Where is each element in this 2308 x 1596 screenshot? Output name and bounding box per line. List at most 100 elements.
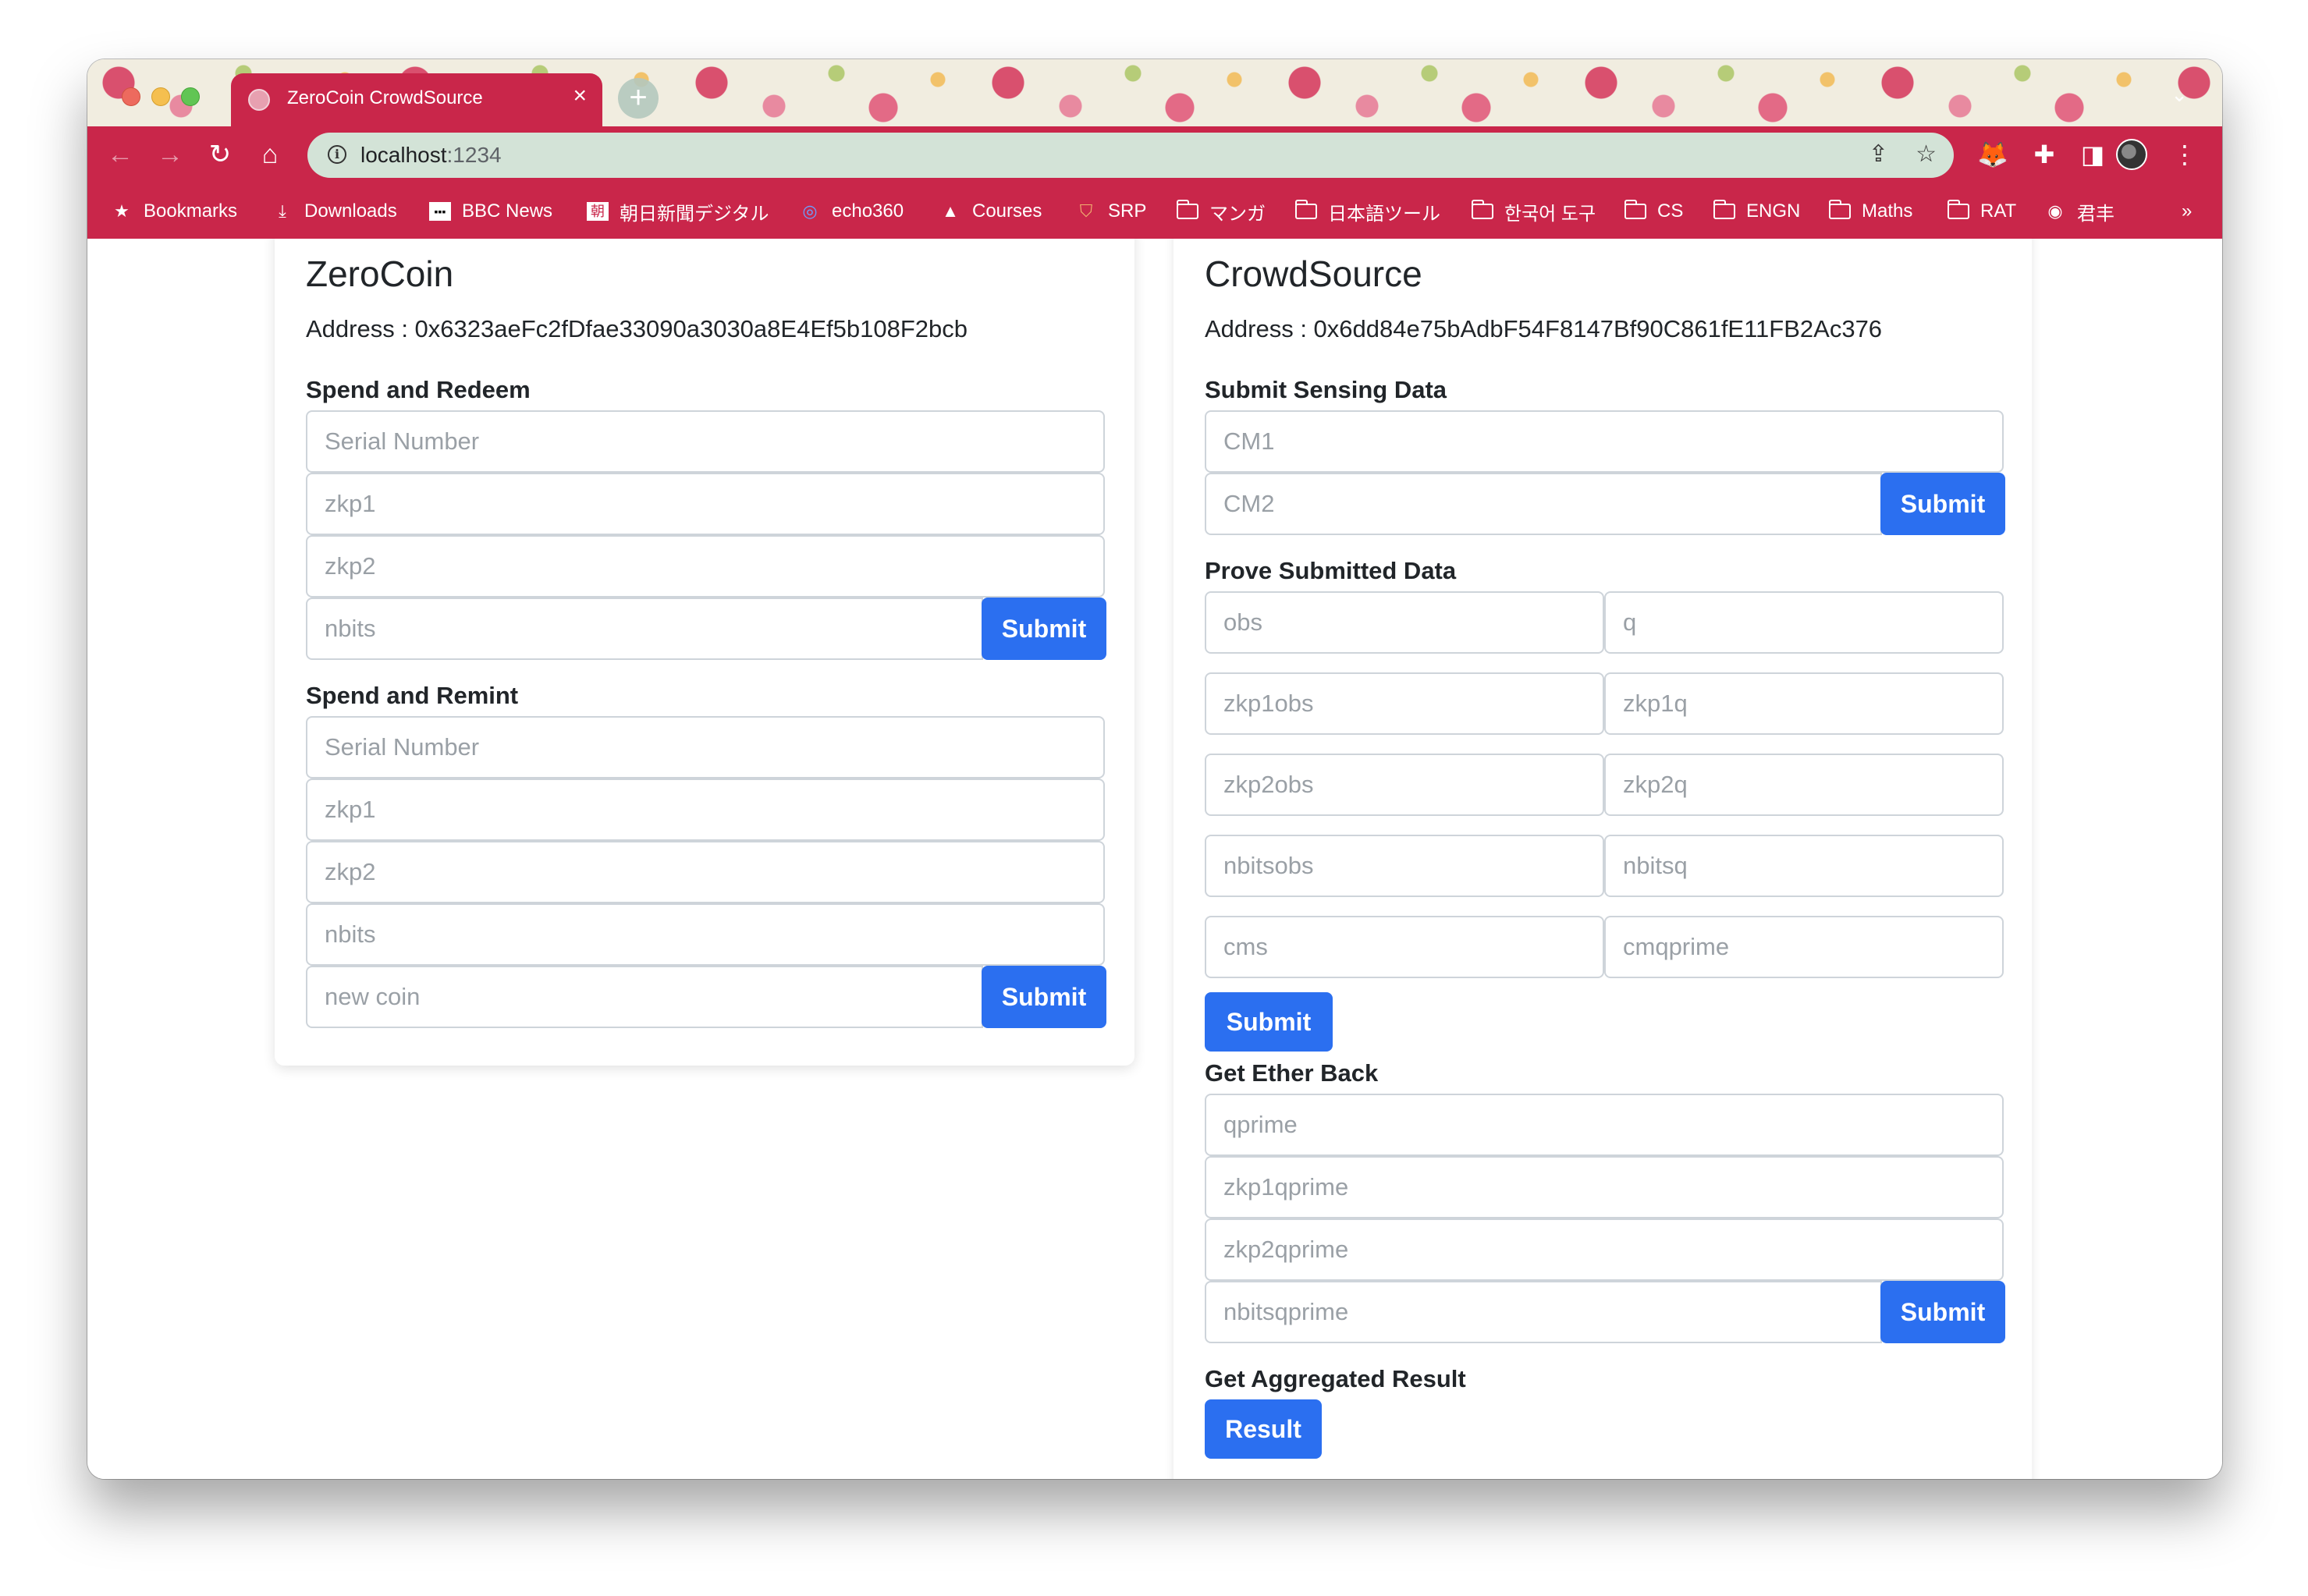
nbitsq-input[interactable] xyxy=(1604,835,2004,897)
url-text: localhost:1234 xyxy=(360,143,502,167)
prove-submitted-data-heading: Prove Submitted Data xyxy=(1205,557,1457,584)
folder-icon xyxy=(1828,200,1851,219)
result-button[interactable]: Result xyxy=(1205,1399,1322,1459)
remint-new-coin-input[interactable] xyxy=(306,966,983,1028)
spend-and-redeem-heading: Spend and Redeem xyxy=(306,376,531,403)
side-panel-icon[interactable]: ◨ xyxy=(2074,136,2111,173)
redeem-submit-button[interactable]: Submit xyxy=(982,598,1106,660)
zoom-window-button[interactable] xyxy=(181,87,200,106)
redeem-zkp1-input[interactable] xyxy=(306,473,1105,535)
bookmark-manga[interactable]: マンガ xyxy=(1176,200,1266,225)
ether-submit-button[interactable]: Submit xyxy=(1880,1281,2005,1343)
bookmark-junfeng[interactable]: ◉ 君丰 xyxy=(2044,200,2114,225)
echo360-icon: ◎ xyxy=(802,201,818,221)
bookmark-bbc-news[interactable]: ▪▪▪ BBC News xyxy=(429,200,552,223)
submit-sensing-data-heading: Submit Sensing Data xyxy=(1205,376,1447,403)
back-button[interactable]: ← xyxy=(101,136,139,173)
cmqprime-input[interactable] xyxy=(1604,916,2004,978)
bbc-icon: ▪▪▪ xyxy=(429,202,451,221)
address-bar[interactable]: i localhost:1234 ⇪ ☆ xyxy=(307,133,1954,178)
bookmark-asahi[interactable]: 朝朝日新聞デジタル xyxy=(587,200,769,225)
star-icon[interactable]: ☆ xyxy=(1916,140,1937,168)
zkp2qprime-input[interactable] xyxy=(1205,1218,2004,1281)
cm2-input[interactable] xyxy=(1205,473,1882,535)
avatar[interactable] xyxy=(2116,139,2147,170)
get-aggregated-result-heading: Get Aggregated Result xyxy=(1205,1365,1466,1392)
download-icon: ⤓ xyxy=(279,201,286,221)
redeem-zkp2-input[interactable] xyxy=(306,535,1105,598)
globe-icon: ◉ xyxy=(2047,201,2063,221)
zkp1q-input[interactable] xyxy=(1604,672,2004,735)
folder-icon xyxy=(1176,200,1198,219)
cm1-input[interactable] xyxy=(1205,410,2004,473)
browser-window: ZeroCoin CrowdSource × + ⌄ ← → ↻ ⌂ i loc… xyxy=(87,59,2222,1479)
bookmark-courses[interactable]: ▲ Courses xyxy=(939,200,1042,223)
new-tab-button[interactable]: + xyxy=(618,78,659,119)
tab-strip: ZeroCoin CrowdSource × + ⌄ xyxy=(87,59,2222,126)
zerocoin-title: ZeroCoin xyxy=(306,254,454,294)
qprime-input[interactable] xyxy=(1205,1094,2004,1156)
zkp2obs-input[interactable] xyxy=(1205,754,1604,816)
cms-input[interactable] xyxy=(1205,916,1604,978)
close-icon[interactable]: × xyxy=(573,84,587,108)
crowdsource-title: CrowdSource xyxy=(1205,254,1422,294)
bookmark-echo360[interactable]: ◎ echo360 xyxy=(799,200,904,223)
info-icon[interactable]: i xyxy=(328,145,346,164)
globe-icon xyxy=(248,89,270,111)
browser-toolbar: ← → ↻ ⌂ i localhost:1234 ⇪ ☆ 🦊 ✚ ◨ ⋮ xyxy=(87,126,2222,183)
zkp1obs-input[interactable] xyxy=(1205,672,1604,735)
star-icon: ★ xyxy=(114,201,130,221)
courses-icon: ▲ xyxy=(942,201,959,221)
zkp1qprime-input[interactable] xyxy=(1205,1156,2004,1218)
bookmark-japanese-tools[interactable]: 日本語ツール xyxy=(1294,200,1440,225)
forward-button[interactable]: → xyxy=(151,136,189,173)
redeem-serial-number-input[interactable] xyxy=(306,410,1105,473)
home-button[interactable]: ⌂ xyxy=(251,136,289,173)
bookmark-engn[interactable]: ENGN xyxy=(1713,200,1800,223)
prove-submit-button[interactable]: Submit xyxy=(1205,992,1333,1052)
bookmark-srp[interactable]: ⛉ SRP xyxy=(1075,200,1147,223)
crowdsource-card: CrowdSource Address : 0x6dd84e75bAdbF54F… xyxy=(1174,239,2032,1479)
sensing-submit-button[interactable]: Submit xyxy=(1880,473,2005,535)
nbitsqprime-input[interactable] xyxy=(1205,1281,1882,1343)
bookmark-maths[interactable]: Maths xyxy=(1828,200,1912,223)
folder-icon xyxy=(1947,200,1969,219)
minimize-window-button[interactable] xyxy=(151,87,170,106)
share-icon[interactable]: ⇪ xyxy=(1869,140,1888,168)
folder-icon xyxy=(1294,200,1317,219)
folder-icon xyxy=(1471,200,1493,219)
bookmark-cs[interactable]: CS xyxy=(1624,200,1683,223)
reload-button[interactable]: ↻ xyxy=(201,136,239,173)
q-input[interactable] xyxy=(1604,591,2004,654)
remint-zkp2-input[interactable] xyxy=(306,841,1105,903)
puzzle-icon[interactable]: ✚ xyxy=(2026,136,2063,173)
nbitsobs-input[interactable] xyxy=(1205,835,1604,897)
bookmark-rat[interactable]: RAT xyxy=(1947,200,2016,223)
remint-nbits-input[interactable] xyxy=(306,903,1105,966)
page-content: ZeroCoin Address : 0x6323aeFc2fDfae33090… xyxy=(87,239,2222,1479)
obs-input[interactable] xyxy=(1205,591,1604,654)
remint-submit-button[interactable]: Submit xyxy=(982,966,1106,1028)
get-ether-back-heading: Get Ether Back xyxy=(1205,1059,1379,1087)
bookmarks-overflow-button[interactable]: » xyxy=(2182,200,2192,223)
folder-icon xyxy=(1624,200,1646,219)
zerocoin-card: ZeroCoin Address : 0x6323aeFc2fDfae33090… xyxy=(275,239,1134,1066)
more-icon[interactable]: ⋮ xyxy=(2166,136,2203,173)
close-window-button[interactable] xyxy=(122,87,140,106)
bookmark-bookmarks[interactable]: ★ Bookmarks xyxy=(111,200,237,223)
folder-icon xyxy=(1713,200,1735,219)
zkp2q-input[interactable] xyxy=(1604,754,2004,816)
zerocoin-address: Address : 0x6323aeFc2fDfae33090a3030a8E4… xyxy=(306,315,968,342)
remint-serial-number-input[interactable] xyxy=(306,716,1105,778)
asahi-icon: 朝 xyxy=(587,202,609,221)
bookmark-downloads[interactable]: ⤓ Downloads xyxy=(272,200,397,223)
spend-and-remint-heading: Spend and Remint xyxy=(306,682,519,709)
crowdsource-address: Address : 0x6dd84e75bAdbF54F8147Bf90C861… xyxy=(1205,315,1883,342)
redeem-nbits-input[interactable] xyxy=(306,598,983,660)
bookmark-korean-tools[interactable]: 한국어 도구 xyxy=(1471,200,1596,225)
metamask-icon[interactable]: 🦊 xyxy=(1974,136,2012,173)
chevron-down-icon[interactable]: ⌄ xyxy=(2171,83,2188,107)
remint-zkp1-input[interactable] xyxy=(306,778,1105,841)
bookmarks-bar: ★ Bookmarks ⤓ Downloads ▪▪▪ BBC News 朝朝日新聞デ… xyxy=(87,183,2222,239)
tab-zerocoin-crowdsource[interactable]: ZeroCoin CrowdSource × xyxy=(231,73,602,126)
